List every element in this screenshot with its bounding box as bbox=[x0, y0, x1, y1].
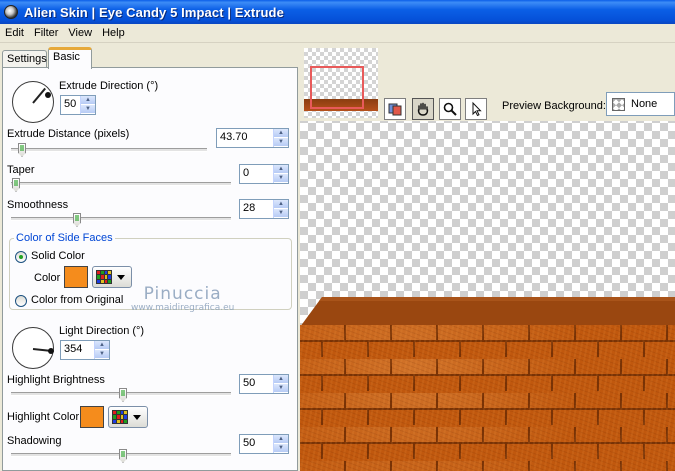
spin-down-icon[interactable]: ▼ bbox=[274, 444, 288, 453]
highlight-brightness-label: Highlight Brightness bbox=[7, 374, 105, 386]
extrude-direction-dial[interactable] bbox=[12, 81, 54, 123]
compare-icon[interactable] bbox=[384, 98, 406, 120]
taper-slider-thumb[interactable] bbox=[12, 178, 20, 192]
highlight-brightness-input[interactable]: 50 ▲ ▼ bbox=[239, 374, 289, 394]
highlight-color-swatch[interactable] bbox=[80, 406, 104, 428]
smoothness-input[interactable]: 28 ▲ ▼ bbox=[239, 199, 289, 219]
extrude-distance-input[interactable]: 43.70 ▲ ▼ bbox=[216, 128, 289, 148]
spin-down-icon[interactable]: ▼ bbox=[274, 384, 288, 393]
tab-basic[interactable]: Basic bbox=[48, 47, 92, 69]
extruded-top-face bbox=[300, 297, 675, 327]
light-direction-label: Light Direction (°) bbox=[59, 325, 145, 337]
pointer-icon[interactable] bbox=[465, 98, 487, 120]
highlight-color-label: Highlight Color bbox=[7, 411, 80, 423]
color-from-original-label: Color from Original bbox=[31, 294, 124, 306]
tab-settings[interactable]: Settings bbox=[2, 50, 47, 68]
extrude-distance-label: Extrude Distance (pixels) bbox=[7, 128, 130, 140]
spin-down-icon[interactable]: ▼ bbox=[274, 209, 288, 218]
smoothness-slider[interactable] bbox=[11, 217, 231, 221]
highlight-brightness-slider-thumb[interactable] bbox=[119, 388, 127, 402]
light-direction-dial[interactable] bbox=[12, 327, 54, 369]
spin-up-icon[interactable]: ▲ bbox=[274, 165, 288, 174]
menu-help[interactable]: Help bbox=[97, 27, 130, 39]
extrude-distance-slider-thumb[interactable] bbox=[18, 143, 26, 157]
spin-down-icon[interactable]: ▼ bbox=[95, 350, 109, 359]
side-faces-group-label: Color of Side Faces bbox=[14, 232, 115, 244]
watermark: Pinuccia www.maidiregrafica.eu bbox=[131, 284, 235, 313]
settings-panel: Settings Basic Extrude Direction (°) 50 … bbox=[0, 43, 300, 471]
smoothness-slider-thumb[interactable] bbox=[73, 213, 81, 227]
palette-icon bbox=[96, 270, 112, 284]
shadowing-label: Shadowing bbox=[7, 435, 62, 447]
brick-wall-preview bbox=[300, 325, 675, 471]
menu-bar: Edit Filter View Help bbox=[0, 24, 675, 43]
spin-up-icon[interactable]: ▲ bbox=[81, 96, 95, 105]
smoothness-label: Smoothness bbox=[7, 199, 69, 211]
taper-slider[interactable] bbox=[11, 182, 231, 186]
taper-label: Taper bbox=[7, 164, 35, 176]
light-direction-input[interactable]: 354 ▲ ▼ bbox=[60, 340, 110, 360]
spin-up-icon[interactable]: ▲ bbox=[274, 375, 288, 384]
chevron-down-icon bbox=[133, 414, 141, 420]
highlight-color-picker-button[interactable] bbox=[108, 406, 148, 428]
preview-background-label: Preview Background: bbox=[502, 100, 606, 112]
menu-filter[interactable]: Filter bbox=[29, 27, 63, 39]
transparency-icon bbox=[612, 97, 625, 111]
side-color-label: Color bbox=[34, 272, 61, 284]
spin-down-icon[interactable]: ▼ bbox=[274, 138, 288, 147]
dial-knob bbox=[45, 92, 51, 98]
side-color-swatch[interactable] bbox=[64, 266, 88, 288]
solid-color-radio[interactable] bbox=[15, 251, 27, 263]
palette-icon bbox=[112, 410, 128, 424]
spin-up-icon[interactable]: ▲ bbox=[274, 200, 288, 209]
tab-strip: Settings Basic bbox=[0, 46, 300, 69]
dial-knob bbox=[48, 348, 54, 354]
basic-tab-page: Extrude Direction (°) 50 ▲ ▼ Extrude Dist… bbox=[2, 67, 298, 471]
preview-background-select[interactable]: None bbox=[606, 92, 675, 116]
app-icon bbox=[4, 5, 18, 19]
preview-area[interactable]: Preview Background: None bbox=[300, 43, 675, 471]
navigator-viewport-frame[interactable] bbox=[310, 66, 364, 109]
solid-color-label: Solid Color bbox=[31, 250, 85, 262]
chevron-down-icon bbox=[117, 274, 125, 280]
window-title: Alien Skin | Eye Candy 5 Impact | Extrud… bbox=[24, 4, 284, 20]
extrude-direction-input[interactable]: 50 ▲ ▼ bbox=[60, 95, 96, 115]
side-color-picker-button[interactable] bbox=[92, 266, 132, 288]
taper-input[interactable]: 0 ▲ ▼ bbox=[239, 164, 289, 184]
spin-up-icon[interactable]: ▲ bbox=[274, 129, 288, 138]
hand-icon[interactable] bbox=[412, 98, 434, 120]
preview-toolbar: Preview Background: None bbox=[300, 43, 675, 121]
spin-down-icon[interactable]: ▼ bbox=[81, 105, 95, 114]
spin-up-icon[interactable]: ▲ bbox=[95, 341, 109, 350]
shadowing-slider-thumb[interactable] bbox=[119, 449, 127, 463]
spin-down-icon[interactable]: ▼ bbox=[274, 174, 288, 183]
spin-up-icon[interactable]: ▲ bbox=[274, 435, 288, 444]
shadowing-input[interactable]: 50 ▲ ▼ bbox=[239, 434, 289, 454]
extrude-distance-slider[interactable] bbox=[11, 148, 207, 152]
menu-edit[interactable]: Edit bbox=[0, 27, 29, 39]
zoom-icon[interactable] bbox=[439, 98, 461, 120]
extrude-direction-label: Extrude Direction (°) bbox=[59, 80, 159, 92]
color-from-original-radio[interactable] bbox=[15, 295, 27, 307]
menu-view[interactable]: View bbox=[63, 27, 97, 39]
title-bar: Alien Skin | Eye Candy 5 Impact | Extrud… bbox=[0, 0, 675, 24]
